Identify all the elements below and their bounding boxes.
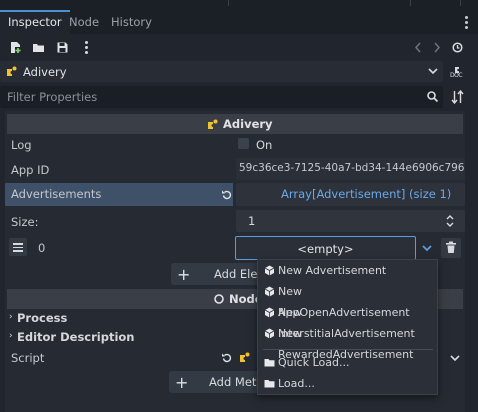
divider bbox=[228, 0, 229, 6]
drag-handle-icon[interactable] bbox=[9, 238, 27, 256]
folder-icon bbox=[264, 359, 275, 367]
resource-dropdown-menu: New Advertisement New AppOpenAdvertiseme… bbox=[257, 259, 438, 395]
resource-picker[interactable]: <empty> bbox=[235, 236, 416, 260]
object-name: Adivery bbox=[23, 65, 67, 79]
trash-icon bbox=[446, 241, 456, 253]
group-label: Editor Description bbox=[17, 330, 135, 344]
property-size: Size: 1 bbox=[5, 210, 465, 234]
section-title: Adivery bbox=[223, 117, 273, 131]
folder-icon bbox=[264, 380, 275, 388]
resource-icon bbox=[264, 307, 275, 318]
divider bbox=[410, 0, 411, 6]
back-icon[interactable] bbox=[412, 41, 425, 54]
dock-tab-bar: Inspector Node History bbox=[0, 10, 478, 34]
log-value: On bbox=[256, 138, 273, 152]
size-spinbox[interactable]: 1 bbox=[236, 210, 465, 232]
remove-element-button[interactable] bbox=[441, 238, 461, 258]
resource-empty-value: <empty> bbox=[297, 242, 354, 256]
revert-icon[interactable] bbox=[221, 189, 232, 200]
menu-separator bbox=[263, 349, 433, 350]
menu-item-new-rewarded-advertisement[interactable]: New RewardedAdvertisement bbox=[259, 323, 437, 361]
filter-properties-field[interactable]: Filter Properties bbox=[0, 86, 443, 108]
property-label: App ID bbox=[11, 163, 50, 177]
more-options-icon[interactable] bbox=[85, 41, 88, 54]
size-value: 1 bbox=[248, 214, 256, 228]
menu-item-quick-load[interactable]: Quick Load... bbox=[259, 352, 437, 373]
section-header-adivery: Adivery bbox=[7, 114, 463, 134]
plus-icon: + bbox=[175, 373, 189, 392]
doc-icon[interactable]: DOC bbox=[450, 62, 464, 80]
property-label: Log bbox=[11, 138, 32, 152]
property-advertisements: Advertisements Array[Advertisement] (siz… bbox=[5, 183, 465, 206]
group-label: Process bbox=[17, 311, 68, 325]
tab-node[interactable]: Node bbox=[61, 10, 107, 34]
element-index: 0 bbox=[38, 241, 46, 255]
property-label: Size: bbox=[11, 215, 39, 229]
array-element-0: 0 <empty> bbox=[5, 236, 465, 260]
chevron-right-icon: › bbox=[9, 312, 13, 322]
app-id-value: 59c36ce3-7125-40a7-bd34-144e6906c796 bbox=[239, 162, 465, 174]
filter-placeholder: Filter Properties bbox=[7, 90, 98, 104]
forward-icon[interactable] bbox=[430, 41, 443, 54]
script-icon bbox=[240, 352, 250, 362]
save-icon[interactable] bbox=[56, 41, 69, 54]
menu-item-new-advertisement[interactable]: New Advertisement bbox=[259, 260, 437, 281]
plugin-icon bbox=[208, 119, 218, 129]
tab-inspector[interactable]: Inspector bbox=[0, 10, 70, 34]
property-label: Script bbox=[11, 351, 45, 365]
inspector-toolbar bbox=[0, 36, 478, 60]
chevron-down-icon bbox=[428, 68, 438, 75]
object-selector-row: Adivery DOC bbox=[0, 60, 478, 82]
open-folder-icon[interactable] bbox=[32, 41, 45, 54]
tab-history[interactable]: History bbox=[103, 10, 160, 34]
dock-menu-icon[interactable] bbox=[465, 16, 468, 29]
app-id-field[interactable]: 59c36ce3-7125-40a7-bd34-144e6906c796 bbox=[236, 158, 465, 180]
property-label: Advertisements bbox=[11, 187, 102, 201]
resource-icon bbox=[264, 265, 275, 276]
history-icon[interactable] bbox=[451, 41, 464, 54]
menu-item-new-appopen-advertisement[interactable]: New AppOpenAdvertisement bbox=[259, 281, 437, 319]
chevron-right-icon: › bbox=[9, 331, 13, 341]
chevron-down-icon[interactable] bbox=[450, 354, 460, 363]
node-icon bbox=[214, 294, 224, 304]
property-log: Log On bbox=[5, 133, 465, 157]
new-resource-icon[interactable] bbox=[9, 41, 22, 54]
top-strip bbox=[0, 0, 478, 10]
chevron-down-icon[interactable] bbox=[422, 244, 432, 253]
log-checkbox[interactable] bbox=[238, 138, 249, 149]
menu-item-new-interstitial-advertisement[interactable]: New InterstitialAdvertisement bbox=[259, 302, 437, 340]
menu-item-load[interactable]: Load... bbox=[259, 373, 437, 394]
resource-icon bbox=[264, 328, 275, 339]
spinner-icon[interactable] bbox=[445, 214, 455, 228]
advertisements-array-button[interactable]: Array[Advertisement] (size 1) bbox=[236, 183, 465, 206]
revert-icon[interactable] bbox=[221, 352, 232, 363]
sort-properties-icon[interactable] bbox=[451, 90, 464, 104]
search-icon bbox=[427, 91, 439, 103]
plus-icon: + bbox=[177, 265, 191, 284]
property-app-id: App ID 59c36ce3-7125-40a7-bd34-144e6906c… bbox=[5, 158, 465, 182]
divider bbox=[460, 0, 461, 6]
object-selector[interactable]: Adivery bbox=[0, 61, 443, 82]
plugin-icon bbox=[7, 66, 17, 76]
resource-icon bbox=[264, 286, 275, 297]
array-value: Array[Advertisement] (size 1) bbox=[281, 187, 452, 201]
